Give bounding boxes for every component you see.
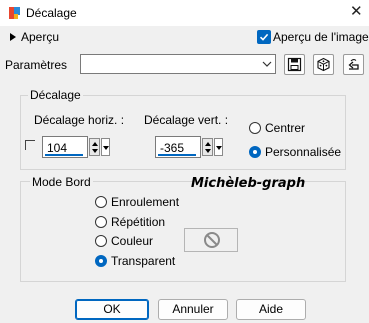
offset-group-label: Décalage [28,88,83,102]
help-button[interactable]: Aide [236,299,306,320]
preview-toggle-label[interactable]: Aperçu [21,30,59,44]
expand-triangle-icon[interactable] [10,33,16,41]
preset-combobox[interactable] [80,54,276,74]
window-title: Décalage [26,6,77,20]
radio-personnalisee[interactable] [249,146,261,158]
preview-checkbox-label: Aperçu de l'image [273,30,369,44]
checkmark-icon [259,33,269,41]
horiz-offset-spinner[interactable] [89,138,100,156]
edge-mode-group-label: Mode Bord [30,175,93,189]
spin-up-icon [92,142,98,146]
vert-offset-spinner[interactable] [202,138,213,156]
radio-enroulement[interactable] [95,196,107,208]
reset-button[interactable] [343,54,364,75]
watermark-text: Michèleb-graph [191,176,306,191]
horiz-offset-dropdown[interactable] [101,138,110,156]
radio-repetition[interactable] [95,216,107,228]
vert-offset-label: Décalage vert. : [144,113,229,127]
reset-icon [348,59,359,70]
random-dice-icon [317,57,330,72]
radio-personnalisee-label[interactable]: Personnalisée [265,145,341,159]
save-preset-icon [287,57,302,72]
radio-couleur[interactable] [95,235,107,247]
preview-checkbox[interactable] [257,30,271,44]
spin-down-icon [205,149,211,153]
vert-offset-value: -365 [160,141,185,155]
edge-mode-group [20,181,346,282]
radio-enroulement-label[interactable]: Enroulement [111,195,179,209]
color-swatch[interactable] [184,228,238,252]
close-button[interactable]: ✕ [350,3,363,21]
params-label: Paramètres [5,58,68,72]
ok-button[interactable]: OK [75,299,149,320]
link-offset-bracket [25,140,35,150]
radio-transparent[interactable] [95,255,107,267]
spin-up-icon [205,142,211,146]
chevron-down-icon [262,61,272,67]
radio-centrer[interactable] [249,122,261,134]
radio-repetition-label[interactable]: Répétition [111,215,165,229]
no-color-icon [204,232,220,248]
radio-centrer-label[interactable]: Centrer [265,121,305,135]
radio-couleur-label[interactable]: Couleur [111,234,153,248]
horiz-offset-value: 104 [47,141,68,155]
vert-offset-dropdown[interactable] [214,138,223,156]
app-icon [8,6,22,20]
cancel-button[interactable]: Annuler [158,299,228,320]
radio-transparent-label[interactable]: Transparent [111,254,175,268]
horiz-offset-input[interactable]: 104 [42,136,88,158]
randomize-button[interactable] [313,54,334,75]
horiz-offset-label: Décalage horiz. : [34,113,125,127]
close-icon: ✕ [350,3,363,20]
spin-down-icon [92,149,98,153]
save-preset-button[interactable] [284,54,305,75]
vert-offset-input[interactable]: -365 [155,136,201,158]
